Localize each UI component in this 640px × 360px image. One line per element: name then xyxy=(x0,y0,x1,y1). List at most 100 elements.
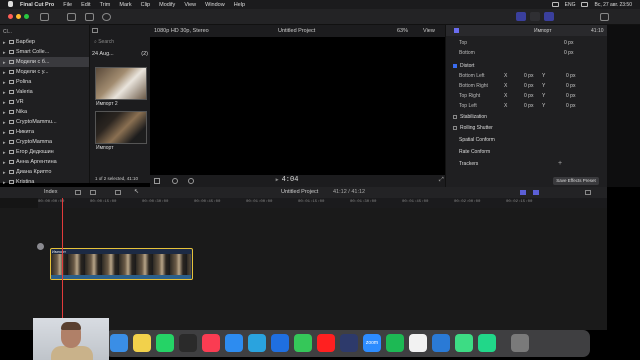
youtube-icon[interactable] xyxy=(317,334,335,352)
zoom-window-icon[interactable] xyxy=(24,14,29,19)
background-tasks-icon[interactable] xyxy=(102,13,111,21)
close-window-icon[interactable] xyxy=(8,14,13,19)
playhead[interactable] xyxy=(62,198,63,330)
zoom-icon[interactable]: zoom xyxy=(363,334,381,352)
library-item[interactable]: ▸ VR xyxy=(0,97,89,107)
clip-thumbnail-2[interactable] xyxy=(95,111,147,144)
library-item[interactable]: ▸ Nika xyxy=(0,107,89,117)
library-item[interactable]: ▸ Модели с у... xyxy=(0,67,89,77)
clip-thumbnail-1[interactable] xyxy=(95,67,147,100)
notes-icon[interactable] xyxy=(133,334,151,352)
library-item[interactable]: ▸ Никита xyxy=(0,127,89,137)
timecode-display[interactable]: ▶ 4:04 xyxy=(258,176,316,185)
crop-bottom-value[interactable]: 0 px xyxy=(564,50,573,59)
inspector-toggle-icon[interactable] xyxy=(544,12,554,21)
keyword-icon[interactable] xyxy=(85,13,94,21)
timeline-home-icon[interactable] xyxy=(37,243,44,250)
library-header-label[interactable]: Cl... xyxy=(3,29,12,35)
input-language[interactable]: ENG xyxy=(565,2,576,8)
rolling-shutter-section[interactable]: Rolling Shutter xyxy=(453,125,493,134)
clip-appearance-icon[interactable] xyxy=(585,190,591,195)
insert-clip-icon[interactable] xyxy=(90,190,96,195)
overwrite-clip-icon[interactable] xyxy=(115,190,121,195)
import-icon[interactable] xyxy=(67,13,76,21)
library-item[interactable]: ▸ Анна Аргентина xyxy=(0,157,89,167)
menu-modify[interactable]: Modify xyxy=(159,2,175,8)
menu-mark[interactable]: Mark xyxy=(119,2,131,8)
trash-icon[interactable] xyxy=(511,334,529,352)
enhance-icon[interactable] xyxy=(172,178,178,184)
search-input[interactable]: Search xyxy=(98,39,114,45)
select-tool-icon[interactable]: ↖ xyxy=(134,188,139,195)
spotify-icon[interactable] xyxy=(386,334,404,352)
crop-top-value[interactable]: 0 px xyxy=(564,40,573,49)
save-effects-preset-button[interactable]: Save Effects Preset xyxy=(553,177,599,185)
distort-x-value[interactable]: 0 px xyxy=(524,73,533,82)
menu-view[interactable]: View xyxy=(184,2,196,8)
library-item[interactable]: ▸ Kristina xyxy=(0,177,89,187)
skimming-icon[interactable] xyxy=(520,190,526,195)
claquette-icon[interactable] xyxy=(179,334,197,352)
copilot-icon[interactable] xyxy=(271,334,289,352)
clock[interactable]: Вс, 27 авг. 23:50 xyxy=(594,2,632,8)
library-item[interactable]: ▸ Егор Дедюшин xyxy=(0,147,89,157)
menu-window[interactable]: Window xyxy=(205,2,225,8)
android-icon[interactable] xyxy=(455,334,473,352)
menu-file[interactable]: File xyxy=(63,2,72,8)
menu-edit[interactable]: Edit xyxy=(81,2,90,8)
stabilization-section[interactable]: Stabilization xyxy=(453,114,487,123)
rolling-shutter-checkbox[interactable] xyxy=(453,125,457,130)
whatsapp-icon[interactable] xyxy=(156,334,174,352)
timeline-clip[interactable]: Импорт xyxy=(50,248,193,280)
audio-skimming-icon[interactable] xyxy=(533,190,539,195)
wifi-icon[interactable] xyxy=(581,2,589,7)
library-item[interactable]: ▸ CryptoMammu... xyxy=(0,117,89,127)
distort-x-value[interactable]: 0 px xyxy=(524,103,533,112)
browser-search[interactable]: ⌕ Search xyxy=(90,36,150,48)
facetime-icon[interactable] xyxy=(294,334,312,352)
distort-y-value[interactable]: 0 px xyxy=(566,83,575,92)
menu-help[interactable]: Help xyxy=(234,2,245,8)
safari-icon[interactable] xyxy=(225,334,243,352)
library-toggle-icon[interactable] xyxy=(40,13,49,21)
index-button[interactable]: Index xyxy=(44,189,57,195)
distort-y-value[interactable]: 0 px xyxy=(566,73,575,82)
trackers-section[interactable]: Trackers xyxy=(459,161,478,170)
speed-icon[interactable] xyxy=(188,178,194,184)
append-clip-icon[interactable] xyxy=(75,190,81,195)
library-item[interactable]: ▸ Smart Colle... xyxy=(0,47,89,57)
vpn-icon[interactable] xyxy=(340,334,358,352)
battery-icon[interactable] xyxy=(551,2,559,7)
transform-icon[interactable] xyxy=(154,178,160,184)
library-item[interactable]: ▸ Барбер xyxy=(0,37,89,47)
timeline-toggle-icon[interactable] xyxy=(530,12,540,21)
library-item[interactable]: ▸ Диана Криптo xyxy=(0,167,89,177)
distort-y-value[interactable]: 0 px xyxy=(566,93,575,102)
stabilization-checkbox[interactable] xyxy=(453,114,457,119)
menu-trim[interactable]: Trim xyxy=(100,2,111,8)
distort-y-value[interactable]: 0 px xyxy=(566,103,575,112)
apple-icon[interactable] xyxy=(8,1,13,7)
finder-icon[interactable] xyxy=(110,334,128,352)
library-item[interactable]: ▸ Valeria xyxy=(0,87,89,97)
menu-app-name[interactable]: Final Cut Pro xyxy=(20,2,54,8)
distort-x-value[interactable]: 0 px xyxy=(524,83,533,92)
music-icon[interactable] xyxy=(202,334,220,352)
distort-section[interactable]: Distort xyxy=(453,63,474,72)
timeline-project-title[interactable]: Untitled Project xyxy=(281,189,318,195)
rate-conform-section[interactable]: Rate Conform xyxy=(459,149,490,158)
browser-view-icon[interactable] xyxy=(92,28,98,33)
vscode-icon[interactable] xyxy=(432,334,450,352)
library-item[interactable]: ▸ Polina xyxy=(0,77,89,87)
clip-group-header[interactable]: 24 Aug... (2) xyxy=(90,48,150,60)
library-item[interactable]: ▸ Модели с б... xyxy=(0,57,89,67)
add-tracker-icon[interactable]: + xyxy=(558,160,562,167)
timeline-ruler[interactable]: 00:00:00:00 00:00:15:00 00:00:30:00 00:00:4… xyxy=(38,198,607,208)
view-menu[interactable]: View xyxy=(423,28,435,34)
browser-toggle-icon[interactable] xyxy=(516,12,526,21)
share-icon[interactable] xyxy=(600,13,609,21)
distort-x-value[interactable]: 0 px xyxy=(524,93,533,102)
library-item[interactable]: ▸ CryptoMamma xyxy=(0,137,89,147)
distort-checkbox[interactable] xyxy=(453,63,457,68)
minimize-window-icon[interactable] xyxy=(16,14,21,19)
